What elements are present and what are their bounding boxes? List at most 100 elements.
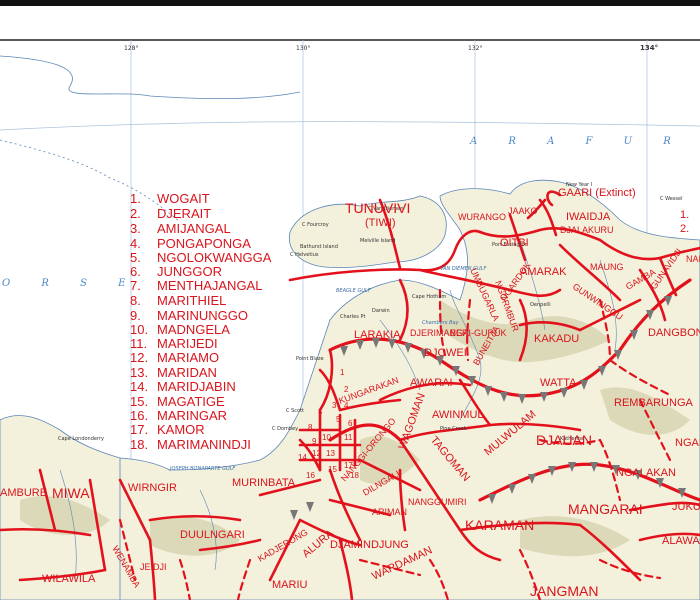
legend: 1. WOGAIT 2. DJERAIT 3. AMIJANGAL 4. PONGAPO… xyxy=(130,191,272,452)
legend-item: 10. MADNGELA xyxy=(130,322,230,337)
tribe-awinmul: AWINMUL xyxy=(432,409,484,421)
place-bathurst-island: Bathurst Island xyxy=(300,244,338,250)
svg-text:12.: 12. xyxy=(130,350,148,365)
legend-item: 7. MENTHAJANGAL xyxy=(130,278,262,293)
svg-text:MARINUNGGO: MARINUNGGO xyxy=(157,308,248,323)
place-chambers-bay: Chambers Bay xyxy=(422,320,460,326)
svg-text:6.: 6. xyxy=(130,264,141,279)
svg-text:AMIJANGAL: AMIJANGAL xyxy=(157,221,231,236)
place-cape-dombey: C Dombey xyxy=(272,426,298,432)
tribe-jukul: JUKUL xyxy=(672,501,700,513)
tribe-rembarunga: REMBARUNGA xyxy=(614,397,694,409)
territory-8: 8 xyxy=(308,423,313,432)
svg-text:MARIAMO: MARIAMO xyxy=(157,350,219,365)
svg-text:MARINGAR: MARINGAR xyxy=(157,408,227,423)
sea-label-timor: O R S E xyxy=(2,278,139,289)
tick-132: 132° xyxy=(468,45,482,52)
tribe-tunuvivi: TUNUVIVI xyxy=(345,200,410,216)
tribe-larakia: LARAKIA xyxy=(354,329,401,341)
territory-11: 11 xyxy=(344,433,353,442)
tribe-mangarai: MANGARAI xyxy=(568,501,643,517)
reef-line xyxy=(0,55,301,100)
tribal-map: 128° 130° 132° 134° A R A F U R A O R S … xyxy=(0,0,700,600)
svg-text:MARIDJABIN: MARIDJABIN xyxy=(157,379,236,394)
legend-item: 13. MARIDAN xyxy=(130,365,217,380)
svg-text:4.: 4. xyxy=(130,236,141,251)
svg-text:16.: 16. xyxy=(130,408,148,423)
place-cape-londonderry: Cape Londonderry xyxy=(58,436,104,442)
tribe-mariu: MARIU xyxy=(272,579,308,591)
tribe-djauan: DJAUAN xyxy=(536,432,592,448)
place-melville-island: Melville Island xyxy=(360,238,395,244)
territory-9: 9 xyxy=(312,437,317,446)
tick-130: 130° xyxy=(296,45,310,52)
svg-text:5.: 5. xyxy=(130,250,141,265)
place-cape-helvetius: C Helvetius xyxy=(290,252,319,258)
tribe-watta: WATTA xyxy=(540,377,577,389)
territory-13: 13 xyxy=(326,449,335,458)
tribe-karaman: KARAMAN xyxy=(465,517,534,533)
tribe-oitbi: OITBI xyxy=(500,237,529,249)
tribe-djamindjung: DJAMINDJUNG xyxy=(330,539,409,551)
place-oenpelli: Oenpelli xyxy=(530,302,551,308)
place-cape-wessel: C Wessel xyxy=(660,196,682,202)
legend-item: 12. MARIAMO xyxy=(130,350,219,365)
place-bonaparte-gulf: JOSEPH BONAPARTE GULF xyxy=(169,466,235,472)
tribe-wilawila: WILAWILA xyxy=(42,573,96,585)
svg-text:17.: 17. xyxy=(130,422,148,437)
legend-item: 15. MAGATIGE xyxy=(130,394,225,409)
svg-text:MARIJEDI: MARIJEDI xyxy=(157,336,218,351)
place-charles-pt: Charles Pt xyxy=(340,314,365,320)
place-darwin: Darwin xyxy=(372,308,390,314)
svg-text:9.: 9. xyxy=(130,308,141,323)
legend-item: 18. MARIMANINDJI xyxy=(130,437,251,452)
place-cape-hotham: Cape Hotham xyxy=(412,294,446,300)
tribe-kakadu: KAKADU xyxy=(534,333,579,345)
tribe-awarai: AWARAI xyxy=(410,377,453,389)
tick-128: 128° xyxy=(124,45,138,52)
legend-item: 17. KAMOR xyxy=(130,422,205,437)
territory-2: 2 xyxy=(344,385,349,394)
svg-text:2.: 2. xyxy=(130,206,141,221)
svg-text:MAGATIGE: MAGATIGE xyxy=(157,394,225,409)
legend-right-2: 2. xyxy=(680,223,689,235)
svg-text:8.: 8. xyxy=(130,293,141,308)
legend-item: 4. PONGAPONGA xyxy=(130,236,251,251)
tribe-miwa: MIWA xyxy=(52,485,90,501)
territory-16: 16 xyxy=(306,471,315,480)
frame-bar xyxy=(0,0,700,6)
tribe-wirngir: WIRNGIR xyxy=(128,482,177,494)
map-canvas: 128° 130° 132° 134° A R A F U R A O R S … xyxy=(0,0,700,600)
tribe-jeidji: JEIDJI xyxy=(140,562,167,572)
territory-1: 1 xyxy=(340,368,345,377)
tribe-gaari: GAARI (Extinct) xyxy=(558,187,636,199)
svg-text:13.: 13. xyxy=(130,365,148,380)
tribe-jangman: JANGMAN xyxy=(530,583,598,599)
territory-14: 14 xyxy=(298,453,307,462)
sea-label-arafura: A R A F U R A xyxy=(469,136,700,147)
territory-4: 4 xyxy=(344,401,349,410)
svg-text:MENTHAJANGAL: MENTHAJANGAL xyxy=(157,278,262,293)
tribe-tiwi: (TIWI) xyxy=(365,217,396,229)
tribe-naka: NAKA xyxy=(686,254,700,264)
place-beagle-gulf: BEAGLE GULF xyxy=(336,288,371,294)
territory-17: 17 xyxy=(344,461,353,470)
legend-item: 8. MARITHIEL xyxy=(130,293,226,308)
svg-text:10.: 10. xyxy=(130,322,148,337)
legend-item: 2. DJERAIT xyxy=(130,206,211,221)
svg-text:MARITHIEL: MARITHIEL xyxy=(157,293,226,308)
legend-item: 1. WOGAIT xyxy=(130,191,210,206)
svg-text:NGOLOKWANGGA: NGOLOKWANGGA xyxy=(157,250,272,265)
svg-text:14.: 14. xyxy=(130,379,148,394)
tribe-ngandi: NGAND xyxy=(675,437,700,449)
tribe-djalakuru: DJALAKURU xyxy=(560,225,614,235)
territory-15: 15 xyxy=(328,465,337,474)
svg-text:15.: 15. xyxy=(130,394,148,409)
tribe-iwaidja: IWAIDJA xyxy=(566,211,611,223)
svg-text:MARIMANINDJI: MARIMANINDJI xyxy=(157,437,251,452)
legend-item: 16. MARINGAR xyxy=(130,408,227,423)
tribe-jaako: JAAKO xyxy=(508,206,538,216)
territory-10: 10 xyxy=(322,433,331,442)
tribe-maung: MAUNG xyxy=(590,262,624,272)
territory-18: 18 xyxy=(350,471,359,480)
